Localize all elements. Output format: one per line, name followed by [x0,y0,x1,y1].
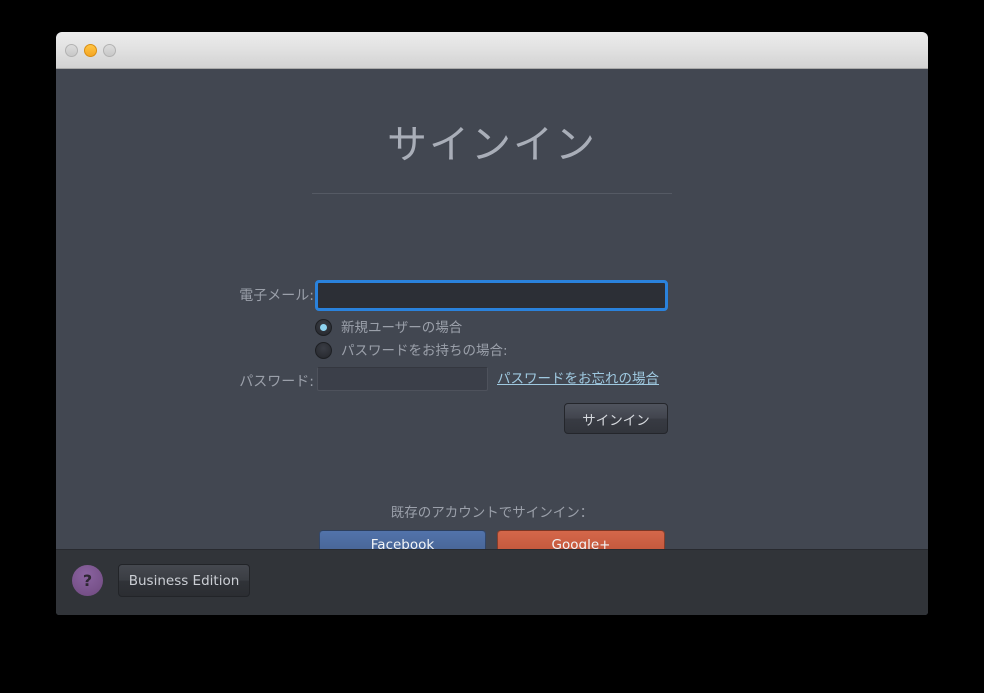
password-input[interactable] [317,367,488,391]
page-title: サインイン [387,122,597,168]
email-input[interactable] [315,280,668,311]
window-titlebar [56,32,928,69]
title-divider [312,193,672,194]
radio-have-password-label: パスワードをお持ちの場合: [341,343,508,359]
forgot-password-link[interactable]: パスワードをお忘れの場合 [497,370,659,388]
business-edition-button[interactable]: Business Edition [118,564,250,597]
signin-content: サインイン 電子メール: 新規ユーザーの場合 パスワードをお持ちの場合: パスワ… [56,69,928,559]
radio-new-user-label: 新規ユーザーの場合 [341,320,463,336]
help-icon[interactable]: ? [72,565,103,596]
signin-window: サインイン 電子メール: 新規ユーザーの場合 パスワードをお持ちの場合: パスワ… [56,32,928,615]
radio-selected-icon[interactable] [315,319,332,336]
password-label: パスワード: [239,374,314,390]
minimize-window-button[interactable] [84,44,97,57]
close-window-button[interactable] [65,44,78,57]
signin-button[interactable]: サインイン [564,403,668,434]
radio-unselected-icon[interactable] [315,342,332,359]
window-footer: ? Business Edition [56,549,928,615]
maximize-window-button[interactable] [103,44,116,57]
email-label: 電子メール: [239,288,314,304]
social-signin-caption: 既存のアカウントでサインイン： [390,505,594,521]
